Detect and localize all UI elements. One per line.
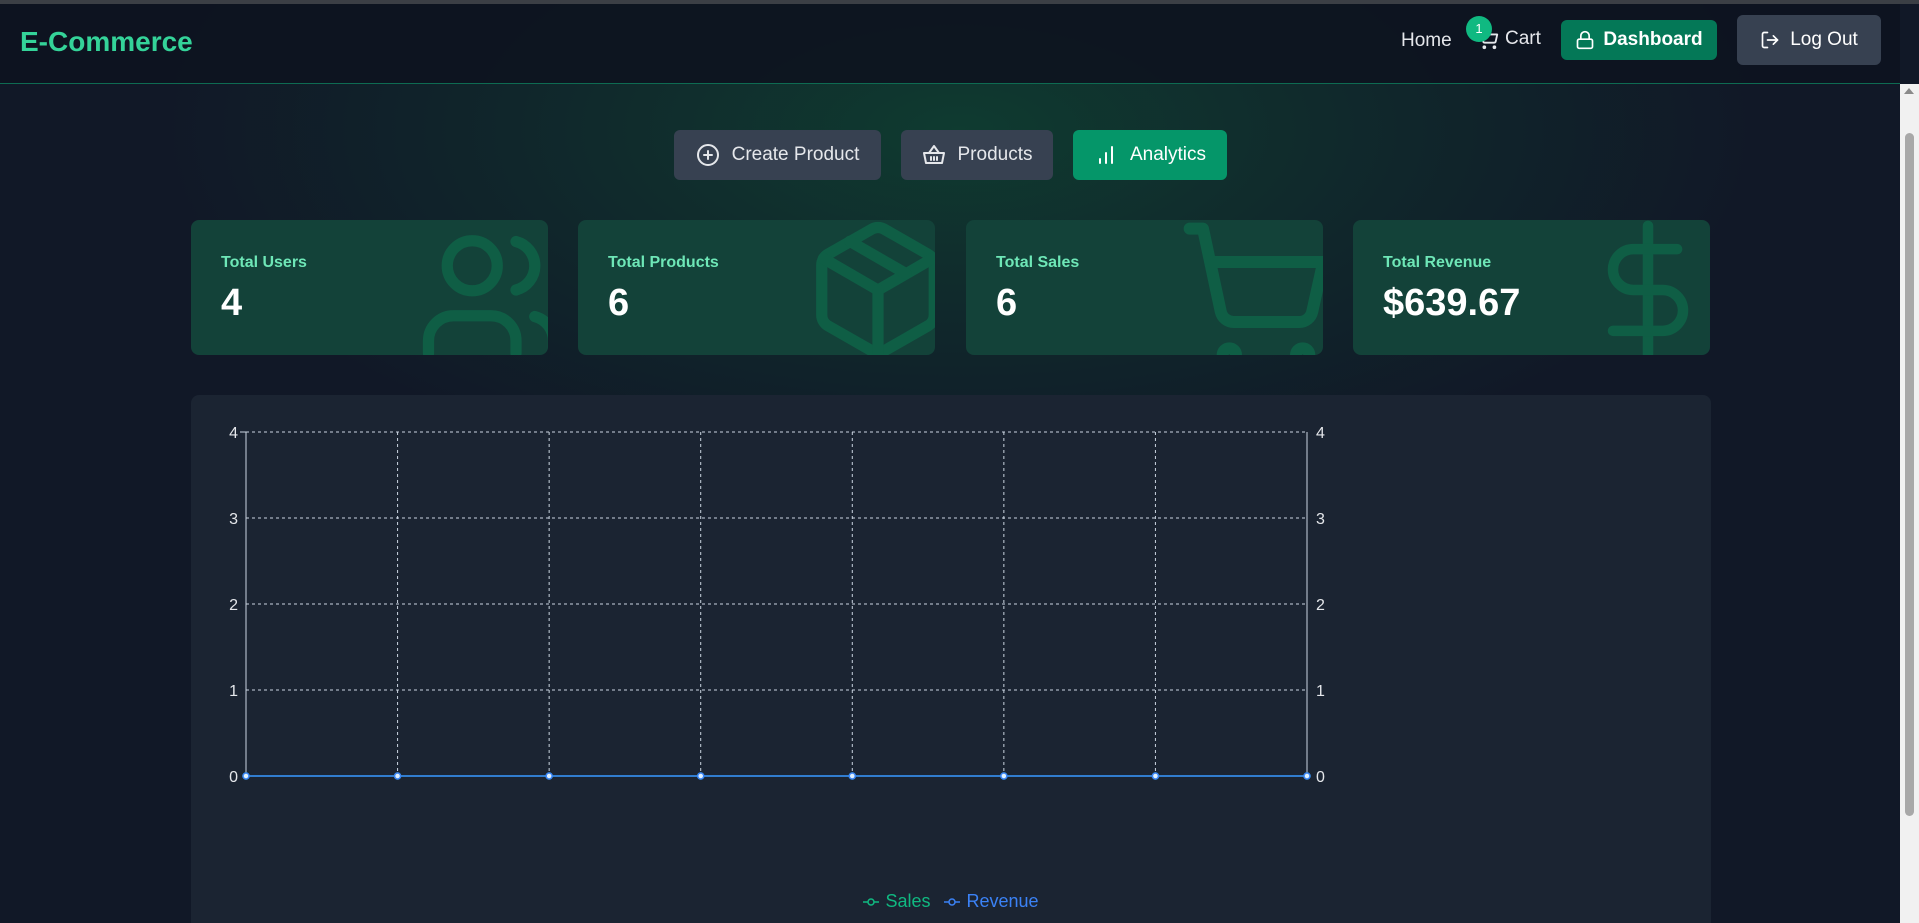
- stat-value: $639.67: [1383, 282, 1521, 324]
- y2-axis-tick-label: 2: [1316, 597, 1325, 614]
- plus-circle-icon: [696, 144, 719, 166]
- y-axis-tick-label: 1: [229, 683, 238, 700]
- y-axis-tick-label: 4: [229, 425, 238, 442]
- stat-label: Total Sales: [996, 254, 1080, 271]
- analytics-chart-panel: 0 1 2 3 4 0 1 2 3 4 Sales Revenue: [191, 395, 1711, 923]
- data-point-revenue: [1000, 772, 1008, 780]
- stat-card-revenue: Total Revenue $639.67: [1353, 220, 1710, 355]
- legend-sales-marker-icon: [863, 897, 880, 906]
- tab-products-label: Products: [957, 144, 1033, 165]
- data-point-revenue: [696, 772, 705, 780]
- y2-axis-tick-label: 0: [1316, 769, 1325, 786]
- tab-products[interactable]: Products: [901, 130, 1053, 180]
- brand-logo[interactable]: E-Commerce: [20, 26, 193, 58]
- chart-legend: Sales Revenue: [191, 891, 1711, 912]
- dashboard-button[interactable]: Dashboard: [1561, 20, 1717, 60]
- logout-button[interactable]: Log Out: [1737, 15, 1881, 65]
- legend-revenue-label: Revenue: [966, 891, 1039, 911]
- tab-create-product[interactable]: Create Product: [674, 130, 881, 180]
- y-axis-tick-label: 2: [229, 597, 238, 614]
- y-axis-tick-label: 0: [229, 769, 238, 786]
- chart-plot-group: 0 1 2 3 4 0 1 2 3 4: [229, 425, 1325, 786]
- legend-revenue-marker-icon: [944, 897, 961, 906]
- y2-axis-tick-label: 1: [1316, 683, 1325, 700]
- shopping-cart-icon: [1183, 222, 1323, 355]
- scrollbar-thumb[interactable]: [1905, 133, 1914, 816]
- tab-analytics[interactable]: Analytics: [1073, 130, 1227, 180]
- scroll-up-arrow-icon[interactable]: [1904, 88, 1914, 94]
- stat-card-users: Total Users 4: [191, 220, 548, 355]
- basket-icon: [922, 145, 945, 164]
- data-point-revenue: [848, 772, 857, 780]
- legend-sales-label: Sales: [885, 891, 931, 911]
- stat-value: 4: [221, 282, 243, 324]
- cart-label: Cart: [1505, 28, 1541, 49]
- y2-axis-tick-label: 4: [1316, 425, 1325, 442]
- data-point-revenue: [545, 772, 553, 780]
- dollar-sign-icon: [1607, 220, 1689, 355]
- stat-label: Total Users: [221, 254, 307, 271]
- data-point-revenue: [242, 772, 250, 780]
- nav-home-link[interactable]: Home: [1401, 30, 1452, 52]
- stat-label: Total Products: [608, 254, 719, 271]
- cart-count-badge: 1: [1466, 16, 1492, 42]
- dashboard-label: Dashboard: [1603, 29, 1703, 50]
- sales-revenue-line-chart: 0 1 2 3 4 0 1 2 3 4: [229, 425, 1325, 786]
- stat-card-products: Total Products 6: [578, 220, 935, 355]
- stat-value: 6: [996, 282, 1018, 324]
- data-point-revenue: [1303, 772, 1311, 780]
- tab-create-product-label: Create Product: [731, 144, 860, 165]
- legend-item-revenue[interactable]: Revenue: [944, 891, 1039, 912]
- y-axis-tick-label: 3: [229, 511, 238, 528]
- bar-chart-icon: [1098, 146, 1113, 164]
- legend-item-sales[interactable]: Sales: [863, 891, 930, 912]
- tab-analytics-label: Analytics: [1129, 144, 1207, 165]
- data-point-revenue: [393, 772, 402, 780]
- lock-icon: [1577, 30, 1594, 50]
- package-icon: [816, 221, 935, 355]
- y2-axis-tick-label: 3: [1316, 511, 1325, 528]
- logout-label: Log Out: [1790, 29, 1858, 50]
- data-point-revenue: [1151, 772, 1160, 780]
- stat-card-sales: Total Sales 6: [966, 220, 1323, 355]
- log-out-icon: [1761, 31, 1779, 49]
- users-icon: [422, 235, 548, 355]
- stat-value: 6: [608, 282, 630, 324]
- stat-label: Total Revenue: [1383, 254, 1492, 271]
